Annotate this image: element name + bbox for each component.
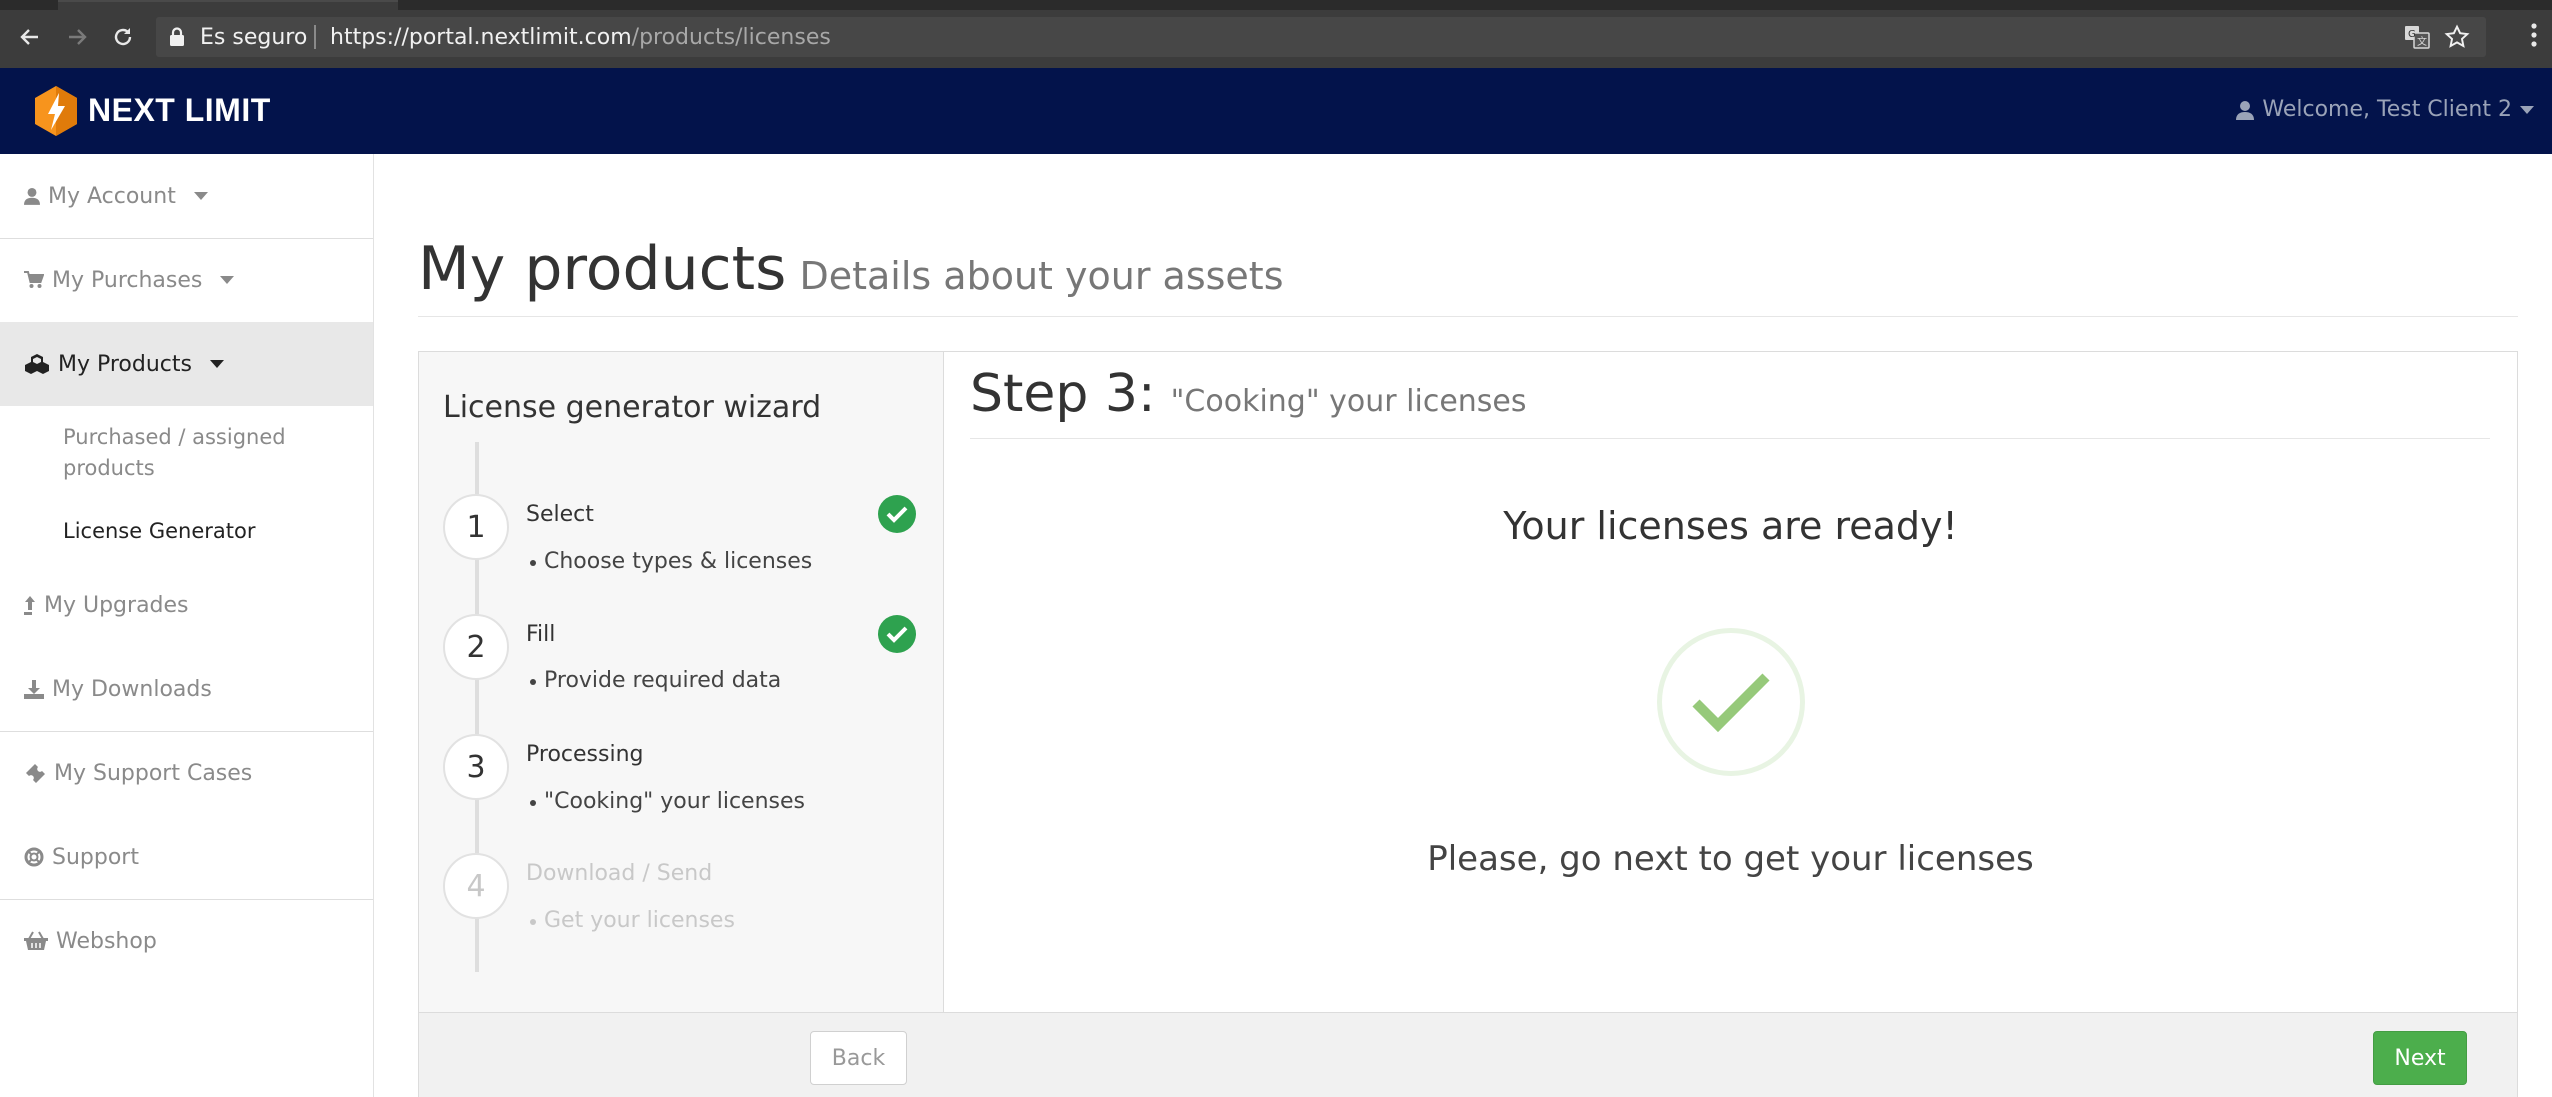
sidebar-subitem-license-generator[interactable]: License Generator — [63, 516, 353, 547]
chevron-down-icon — [220, 276, 235, 284]
lifebuoy-icon — [24, 847, 44, 867]
sidebar-item-my-purchases[interactable]: My Purchases — [0, 238, 373, 322]
svg-text:文: 文 — [2417, 35, 2427, 48]
url-domain: https://portal.nextlimit.com — [330, 25, 632, 50]
check-circle-icon — [878, 615, 916, 653]
sidebar-item-my-upgrades[interactable]: My Upgrades — [0, 563, 373, 647]
step-detail: "Cooking" your licenses — [530, 789, 805, 814]
user-menu[interactable]: Welcome, Test Client 2 — [2236, 97, 2534, 122]
step-heading: Step 3: "Cooking" your licenses — [970, 364, 1527, 424]
tab-strip — [0, 0, 2552, 10]
lock-icon — [168, 27, 186, 51]
bookmark-star-icon[interactable] — [2444, 24, 2470, 54]
sidebar-item-label: My Downloads — [52, 676, 212, 702]
sidebar-item-label: My Upgrades — [44, 592, 189, 618]
secure-label: Es seguro — [200, 25, 308, 50]
step-title: Select — [526, 502, 594, 527]
sidebar-item-my-support-cases[interactable]: My Support Cases — [0, 731, 373, 815]
ready-message: Your licenses are ready! — [1503, 504, 1958, 548]
step-title: Download / Send — [526, 861, 713, 886]
step-title: Processing — [526, 742, 644, 767]
sidebar-item-support[interactable]: Support — [0, 815, 373, 899]
omnibox-separator — [314, 25, 316, 49]
step-number-badge: 3 — [443, 734, 509, 800]
step-number-badge: 2 — [443, 614, 509, 680]
instruction-text: Please, go next to get your licenses — [1427, 839, 2034, 879]
step-detail: Provide required data — [529, 668, 782, 693]
page-subtitle: Details about your assets — [799, 254, 1284, 298]
step-label: Step 3: — [970, 364, 1156, 424]
sidebar-item-label: Webshop — [56, 928, 157, 954]
user-icon — [24, 188, 40, 205]
page-title-text: My products — [418, 234, 787, 304]
download-icon — [24, 680, 44, 699]
reload-icon[interactable] — [106, 20, 140, 54]
step-title: Fill — [526, 622, 556, 647]
browser-chrome: Es seguro https://portal.nextlimit.com/p… — [0, 0, 2552, 68]
sidebar-item-label: My Account — [48, 183, 176, 209]
cubes-icon — [25, 354, 49, 374]
translate-icon[interactable]: G文 — [2404, 25, 2430, 53]
sidebar-item-label: Support — [52, 844, 139, 870]
user-icon — [2236, 100, 2255, 120]
sidebar-item-my-downloads[interactable]: My Downloads — [0, 647, 373, 731]
sidebar-item-webshop[interactable]: Webshop — [0, 899, 373, 983]
next-button[interactable]: Next — [2373, 1031, 2467, 1085]
welcome-text: Welcome, Test Client 2 — [2262, 97, 2512, 122]
sidebar-subitem-purchased-products[interactable]: Purchased / assigned products — [63, 422, 353, 484]
wizard-footer: Back Next — [419, 1012, 2517, 1097]
brand-name[interactable]: NEXT LIMIT — [88, 92, 271, 129]
title-divider — [418, 316, 2518, 317]
step-number-badge: 4 — [443, 853, 509, 919]
basket-icon — [24, 931, 48, 950]
page-title: My products Details about your assets — [418, 234, 1284, 304]
url-path: /products/licenses — [631, 25, 831, 50]
top-navbar: NEXT LIMIT Welcome, Test Client 2 — [0, 68, 2552, 154]
chevron-down-icon — [210, 360, 224, 368]
cart-icon — [24, 271, 44, 288]
step-description: "Cooking" your licenses — [1170, 384, 1527, 419]
license-wizard: License generator wizard 1 Select Choose… — [418, 351, 2518, 1097]
upload-icon — [24, 596, 35, 615]
sidebar-item-label: My Support Cases — [54, 760, 253, 786]
url-text[interactable]: https://portal.nextlimit.com/products/li… — [330, 25, 831, 50]
chevron-down-icon — [2520, 105, 2534, 114]
chevron-down-icon — [193, 192, 208, 200]
sidebar-item-label: My Products — [58, 351, 192, 377]
wizard-content: Step 3: "Cooking" your licenses Your lic… — [944, 352, 2517, 1012]
wizard-steps-panel: License generator wizard 1 Select Choose… — [419, 352, 944, 1012]
step-detail: Choose types & licenses — [529, 549, 813, 574]
sidebar-item-my-account[interactable]: My Account — [0, 154, 373, 238]
step-number-badge: 1 — [443, 494, 509, 560]
success-check-icon — [1657, 628, 1805, 776]
sidebar-item-label: My Purchases — [52, 267, 203, 293]
heading-divider — [970, 438, 2490, 439]
ticket-icon — [26, 764, 45, 783]
svg-text:G: G — [2408, 29, 2416, 40]
back-button[interactable]: Back — [810, 1031, 907, 1085]
sidebar-item-my-products[interactable]: My Products — [0, 322, 373, 406]
address-bar[interactable]: Es seguro https://portal.nextlimit.com/p… — [156, 17, 2486, 57]
browser-tab[interactable] — [58, 0, 398, 10]
check-circle-icon — [878, 495, 916, 533]
next-limit-logo[interactable] — [32, 84, 80, 138]
wizard-title: License generator wizard — [443, 390, 822, 425]
step-detail: Get your licenses — [530, 908, 735, 933]
forward-arrow-icon[interactable] — [60, 20, 94, 54]
sidebar: My Account My Purchases My Products Purc… — [0, 154, 374, 1097]
browser-menu-icon[interactable] — [2530, 22, 2538, 52]
back-arrow-icon[interactable] — [13, 20, 47, 54]
